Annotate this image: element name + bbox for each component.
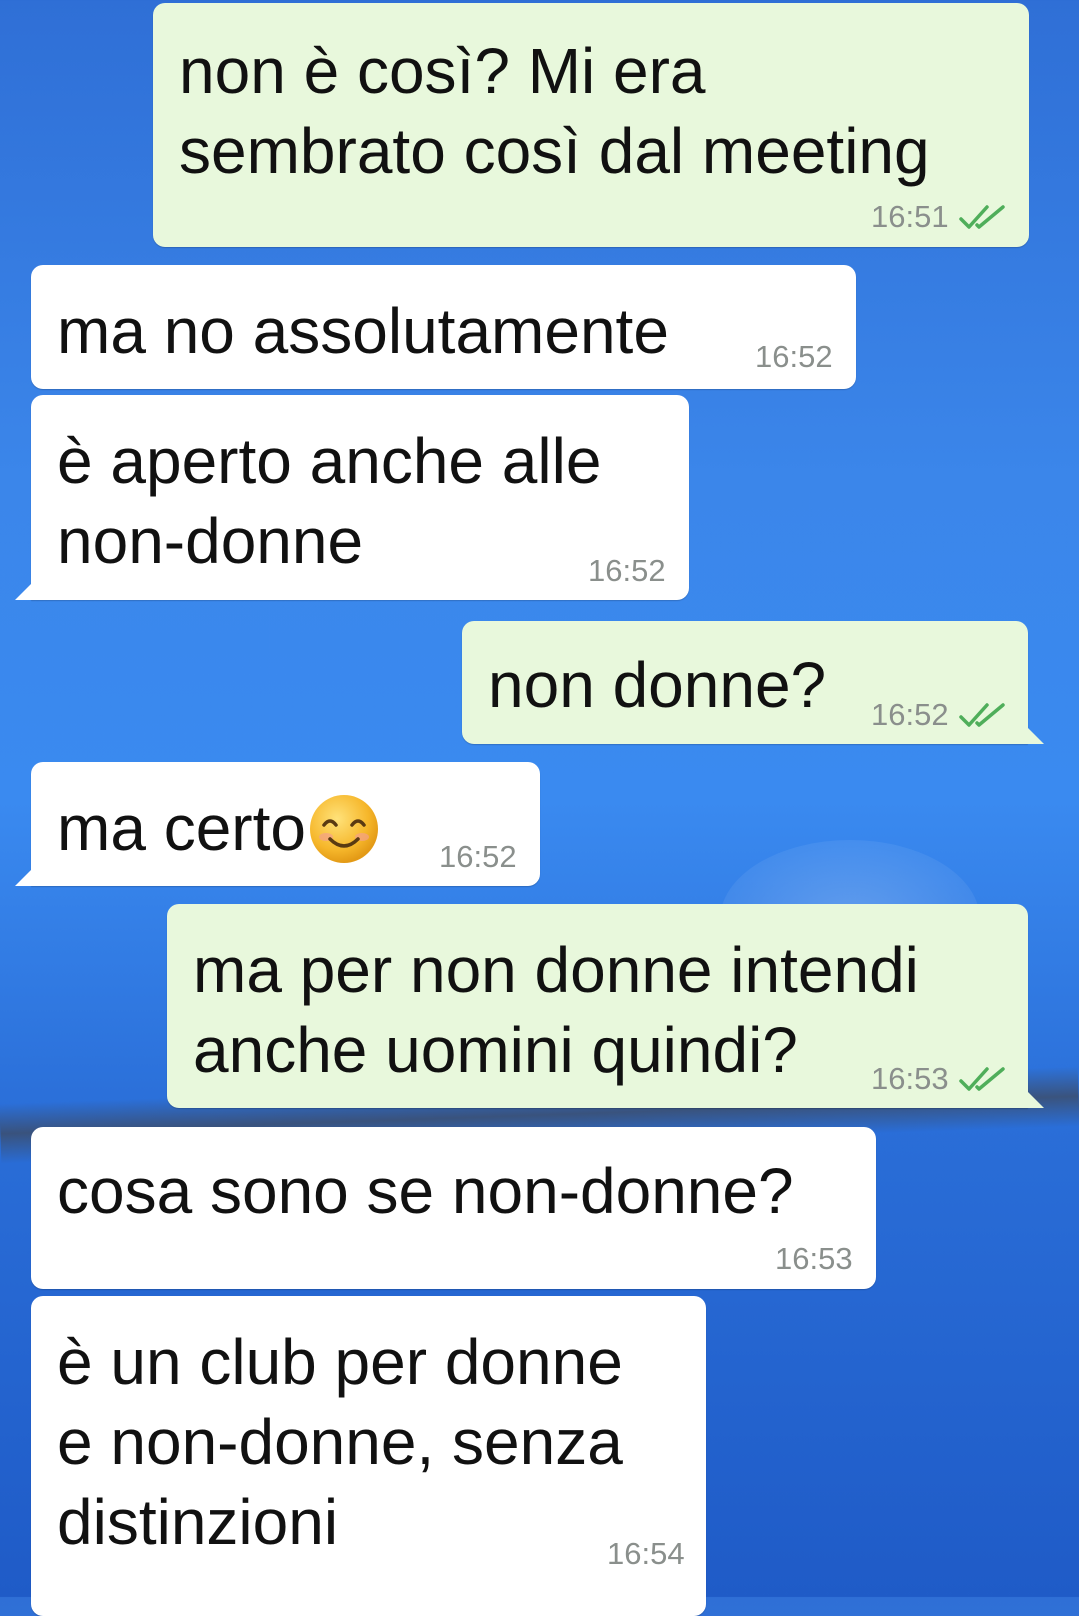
message-text-line: è aperto anche alle [57, 425, 602, 497]
message-bubble-incoming[interactable]: ma no assolutamente 16:52 [31, 265, 856, 389]
double-check-icon [959, 205, 1005, 229]
message-timestamp: 16:54 [607, 1536, 685, 1571]
message-bubble-outgoing[interactable]: non è così? Mi era sembrato così dal mee… [153, 3, 1029, 247]
smiling-face-icon [309, 795, 378, 864]
message-text-line: ma certo [57, 788, 380, 869]
double-check-icon [959, 1067, 1005, 1091]
message-timestamp: 16:52 [871, 697, 949, 732]
message-text-line: cosa sono se non-donne? [57, 1155, 794, 1227]
message-bubble-incoming[interactable]: cosa sono se non-donne? 16:53 [31, 1127, 876, 1289]
message-text-line: distinzioni [57, 1486, 339, 1558]
message-bubble-incoming[interactable]: è aperto anche alle non-donne 16:52 [15, 395, 689, 600]
message-text-line: non è così? Mi era [179, 35, 706, 107]
message-timestamp: 16:52 [588, 553, 666, 588]
double-check-icon [959, 703, 1005, 727]
message-text-line: sembrato così dal meeting [179, 115, 930, 187]
message-timestamp: 16:52 [755, 339, 833, 374]
message-text-line: non-donne [57, 505, 364, 577]
message-timestamp: 16:53 [871, 1061, 949, 1096]
message-text-line: non donne? [488, 649, 827, 721]
message-bubble-incoming[interactable]: è un club per donne e non-donne, senza d… [31, 1296, 706, 1616]
message-bubble-outgoing[interactable]: ma per non donne intendi anche uomini qu… [167, 904, 1044, 1108]
message-text-line: e non-donne, senza [57, 1406, 623, 1478]
message-timestamp: 16:51 [871, 199, 949, 234]
message-bubble-outgoing[interactable]: non donne? 16:52 [462, 621, 1044, 744]
message-text-line: anche uomini quindi? [193, 1014, 798, 1086]
message-text: ma certo [57, 792, 306, 864]
message-timestamp: 16:53 [775, 1241, 853, 1276]
message-text-line: è un club per donne [57, 1326, 623, 1398]
message-timestamp: 16:52 [439, 839, 517, 874]
message-text-line: ma no assolutamente [57, 295, 669, 367]
message-text-line: ma per non donne intendi [193, 934, 919, 1006]
message-bubble-incoming[interactable]: ma certo 16:52 [15, 762, 540, 886]
